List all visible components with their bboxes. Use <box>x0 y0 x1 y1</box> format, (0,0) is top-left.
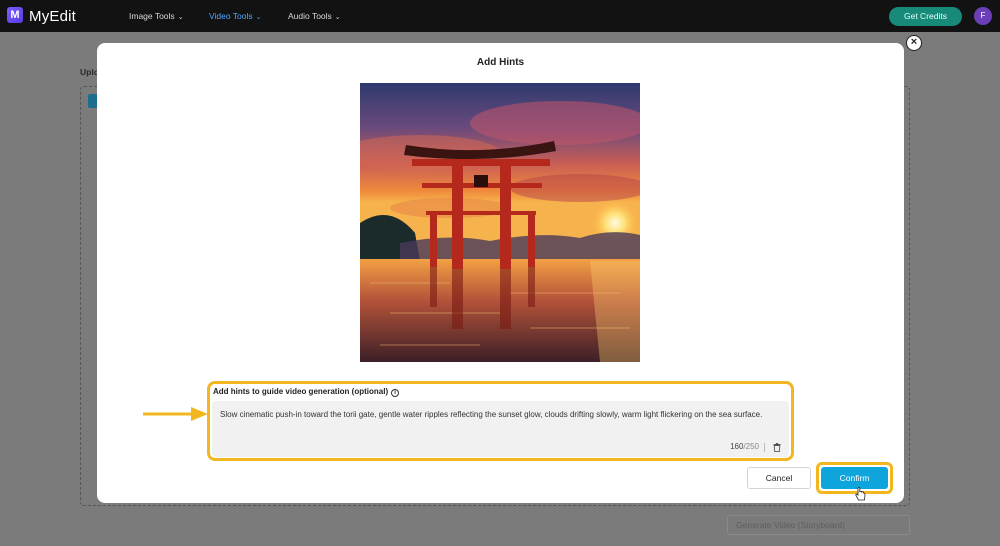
char-max: /250 <box>743 442 759 451</box>
user-avatar[interactable]: F <box>974 7 992 25</box>
info-icon[interactable]: i <box>391 389 400 397</box>
cancel-button[interactable]: Cancel <box>747 467 811 489</box>
char-count: 160 <box>730 442 744 451</box>
chevron-down-icon: ⌄ <box>177 14 184 21</box>
confirm-button[interactable]: Confirm <box>821 467 888 489</box>
hint-textarea[interactable]: Slow cinematic push-in toward the torii … <box>212 401 789 457</box>
generate-video-button: Generate Video (Storyboard) <box>727 515 910 535</box>
app-name[interactable]: MyEdit <box>29 8 76 25</box>
nav-image-tools[interactable]: Image Tools ⌄ <box>129 11 184 21</box>
top-nav-bar: M MyEdit Image Tools ⌄ Video Tools ⌄ Audio… <box>0 0 1000 32</box>
nav-video-tools-label: Video Tools <box>209 11 253 21</box>
get-credits-button[interactable]: Get Credits <box>889 7 962 26</box>
image-preview <box>360 83 640 362</box>
myedit-logo-icon[interactable]: M <box>7 7 23 23</box>
close-icon[interactable]: × <box>906 35 922 51</box>
arrow-right-icon <box>143 407 208 421</box>
hand-cursor-icon <box>855 487 866 501</box>
nav-audio-tools[interactable]: Audio Tools ⌄ <box>288 11 341 21</box>
nav-video-tools[interactable]: Video Tools ⌄ <box>209 11 262 21</box>
counter-divider <box>764 443 765 452</box>
hint-label-text: Add hints to guide video generation (opt… <box>213 387 389 396</box>
torii-sunset-image <box>360 83 640 362</box>
chevron-down-icon: ⌄ <box>334 14 341 21</box>
modal-title: Add Hints <box>476 57 525 68</box>
hint-text-value[interactable]: Slow cinematic push-in toward the torii … <box>220 409 780 421</box>
add-hints-modal: Add Hints Add hints to guide video gener… <box>97 43 904 503</box>
character-counter: 160/250 <box>730 442 759 451</box>
nav-audio-tools-label: Audio Tools <box>288 11 332 21</box>
nav-image-tools-label: Image Tools <box>129 11 175 21</box>
hint-input-section: Add hints to guide video generation (opt… <box>207 381 794 461</box>
chevron-down-icon: ⌄ <box>255 14 262 21</box>
hint-label: Add hints to guide video generation (opt… <box>213 387 400 397</box>
trash-icon[interactable] <box>773 443 781 452</box>
